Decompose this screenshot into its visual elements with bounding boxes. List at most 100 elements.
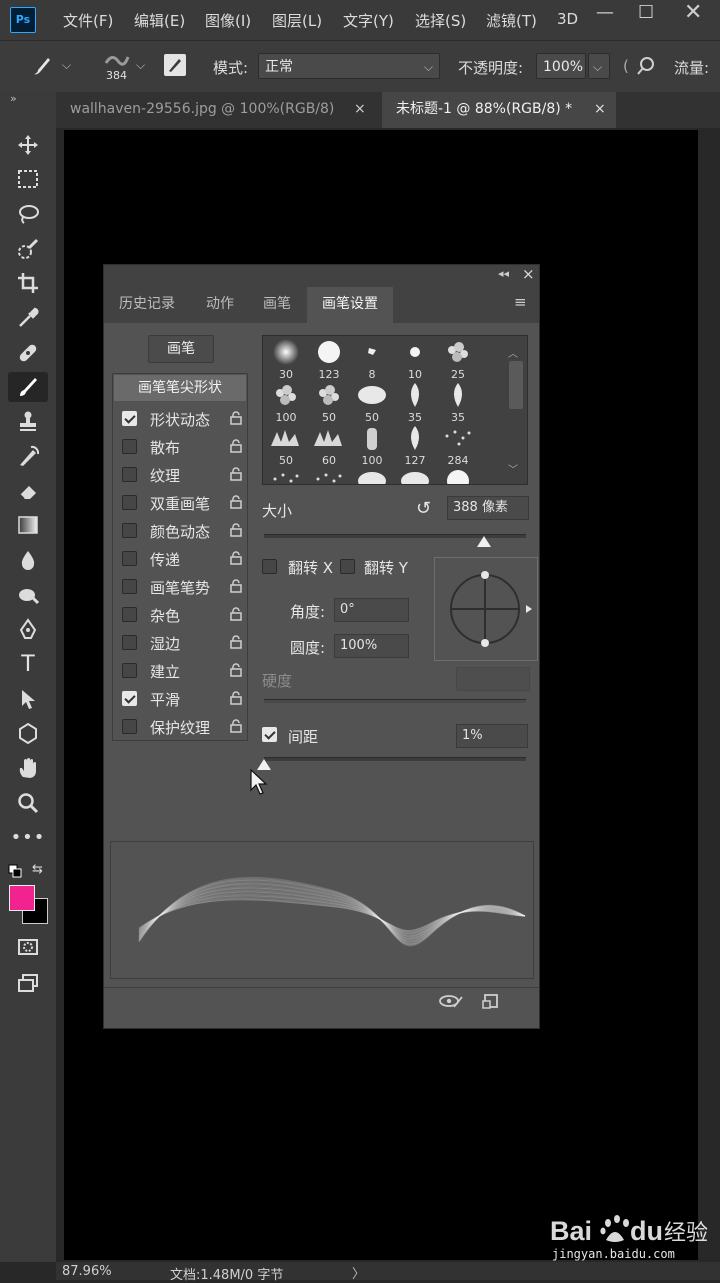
brush-tip[interactable]: 50 (351, 381, 393, 424)
brush-option-row[interactable]: 双重画笔 (114, 489, 250, 517)
lock-icon[interactable] (230, 719, 242, 737)
status-menu-arrow-icon[interactable]: 〉 (352, 1263, 365, 1282)
move-tool-icon[interactable] (8, 130, 48, 160)
brush-tool-icon[interactable] (8, 372, 48, 402)
brush-tip[interactable]: 60 (308, 424, 350, 467)
toggle-live-tip-preview-icon[interactable] (438, 993, 464, 1013)
tab-brush-settings[interactable]: 画笔设置 (307, 287, 393, 323)
menu-type[interactable]: 文字(Y) (343, 10, 394, 31)
type-tool-icon[interactable]: T (8, 649, 48, 679)
menu-edit[interactable]: 编辑(E) (134, 10, 185, 31)
option-checkbox[interactable] (122, 691, 137, 706)
spacing-checkbox[interactable] (262, 727, 277, 742)
brush-tip[interactable] (351, 467, 393, 484)
history-brush-tool-icon[interactable] (8, 441, 48, 471)
option-checkbox[interactable] (122, 551, 137, 566)
option-checkbox[interactable] (122, 411, 137, 426)
shape-tool-icon[interactable] (8, 718, 48, 748)
option-checkbox[interactable] (122, 663, 137, 678)
tab-brushes[interactable]: 画笔 (250, 287, 304, 323)
zoom-tool-icon[interactable] (8, 788, 48, 818)
menu-file[interactable]: 文件(F) (63, 10, 113, 31)
tab-actions[interactable]: 动作 (190, 287, 250, 323)
new-brush-preset-icon[interactable] (482, 993, 500, 1013)
angle-roundness-widget[interactable] (434, 557, 538, 661)
screen-mode-icon[interactable] (8, 968, 48, 998)
flip-y-checkbox[interactable] (340, 559, 355, 574)
default-colors-icon[interactable] (8, 864, 22, 882)
quick-select-tool-icon[interactable] (8, 234, 48, 264)
tab-close-icon[interactable]: × (354, 92, 366, 126)
scroll-down-icon[interactable]: ﹀ (508, 461, 518, 476)
lock-icon[interactable] (230, 607, 242, 625)
menu-layer[interactable]: 图层(L) (272, 10, 322, 31)
brush-tip[interactable]: 35 (437, 381, 479, 424)
tip-grid-scrollbar[interactable] (509, 361, 523, 409)
brush-option-row[interactable]: 平滑 (114, 685, 250, 713)
lock-icon[interactable] (230, 495, 242, 513)
lock-icon[interactable] (230, 411, 242, 429)
foreground-color-swatch[interactable] (9, 885, 35, 911)
option-checkbox[interactable] (122, 607, 137, 622)
blur-tool-icon[interactable] (8, 545, 48, 575)
reset-size-icon[interactable]: ↺ (416, 498, 431, 519)
eraser-tool-icon[interactable] (8, 476, 48, 506)
tab-wallhaven[interactable]: wallhaven-29556.jpg @ 100%(RGB/8) × (56, 92, 382, 128)
tab-untitled-1[interactable]: 未标题-1 @ 88%(RGB/8) * × (382, 92, 616, 128)
option-checkbox[interactable] (122, 635, 137, 650)
brush-tip[interactable]: 50 (265, 424, 307, 467)
brush-tip[interactable]: 35 (394, 381, 436, 424)
lock-icon[interactable] (230, 663, 242, 681)
close-window-icon[interactable]: ✕ (684, 0, 702, 25)
brush-preset-icon[interactable] (30, 54, 54, 82)
brush-option-row[interactable]: 纹理 (114, 461, 250, 489)
brush-tip[interactable]: 10 (394, 338, 436, 381)
marquee-tool-icon[interactable] (8, 164, 48, 194)
brush-tip[interactable] (265, 467, 307, 484)
brush-option-row[interactable]: 颜色动态 (114, 517, 250, 545)
option-checkbox[interactable] (122, 495, 137, 510)
pen-tool-icon[interactable] (8, 614, 48, 644)
opacity-pressure-icon[interactable]: ( (623, 57, 629, 75)
brush-option-row[interactable]: 建立 (114, 657, 250, 685)
brush-option-row[interactable]: 传递 (114, 545, 250, 573)
brush-tip[interactable]: 123 (308, 338, 350, 381)
brush-size-dropdown-icon[interactable]: ⌵ (136, 58, 145, 73)
brush-tip[interactable]: 30 (265, 338, 307, 381)
brush-tip-grid[interactable]: 30 123 8 10 25 100 50 50 35 35 50 60 100 127 284 (262, 335, 528, 485)
healing-brush-tool-icon[interactable] (8, 338, 48, 368)
brush-panel-toggle-icon[interactable] (164, 54, 186, 76)
opacity-input[interactable]: 100% (536, 53, 586, 79)
brush-tip[interactable]: 127 (394, 424, 436, 467)
brushes-button[interactable]: 画笔 (148, 335, 214, 363)
brush-tip[interactable]: 100 (265, 381, 307, 424)
gradient-tool-icon[interactable] (8, 510, 48, 540)
zoom-level[interactable]: 87.96% (62, 1264, 112, 1279)
minimize-icon[interactable]: — (596, 2, 614, 23)
menu-image[interactable]: 图像(I) (205, 10, 251, 31)
more-tools-icon[interactable]: ••• (8, 822, 48, 852)
scroll-up-icon[interactable]: ︿ (508, 345, 518, 360)
brush-tip[interactable]: 50 (308, 381, 350, 424)
brush-option-row[interactable]: 保护纹理 (114, 713, 250, 741)
search-icon[interactable] (636, 56, 656, 80)
brush-option-row[interactable]: 形状动态 (114, 405, 250, 433)
menu-select[interactable]: 选择(S) (415, 10, 466, 31)
brush-option-row[interactable]: 湿边 (114, 629, 250, 657)
flip-x-checkbox[interactable] (262, 559, 277, 574)
option-checkbox[interactable] (122, 439, 137, 454)
collapse-toolbar-icon[interactable]: » (10, 92, 17, 105)
roundness-input[interactable]: 100% (334, 634, 409, 658)
maximize-icon[interactable]: ☐ (638, 2, 654, 23)
close-panel-icon[interactable]: × (522, 265, 535, 283)
size-slider-thumb[interactable] (477, 536, 492, 547)
brush-tip[interactable] (437, 467, 479, 484)
brush-preset-dropdown-icon[interactable]: ⌵ (62, 58, 71, 73)
hand-tool-icon[interactable] (8, 753, 48, 783)
dodge-tool-icon[interactable] (8, 580, 48, 610)
path-select-tool-icon[interactable] (8, 684, 48, 714)
lock-icon[interactable] (230, 579, 242, 597)
swap-colors-icon[interactable]: ⇆ (32, 862, 43, 877)
opacity-dropdown-icon[interactable]: ⌵ (588, 53, 610, 79)
collapse-panel-icon[interactable]: ◂◂ (498, 267, 509, 280)
